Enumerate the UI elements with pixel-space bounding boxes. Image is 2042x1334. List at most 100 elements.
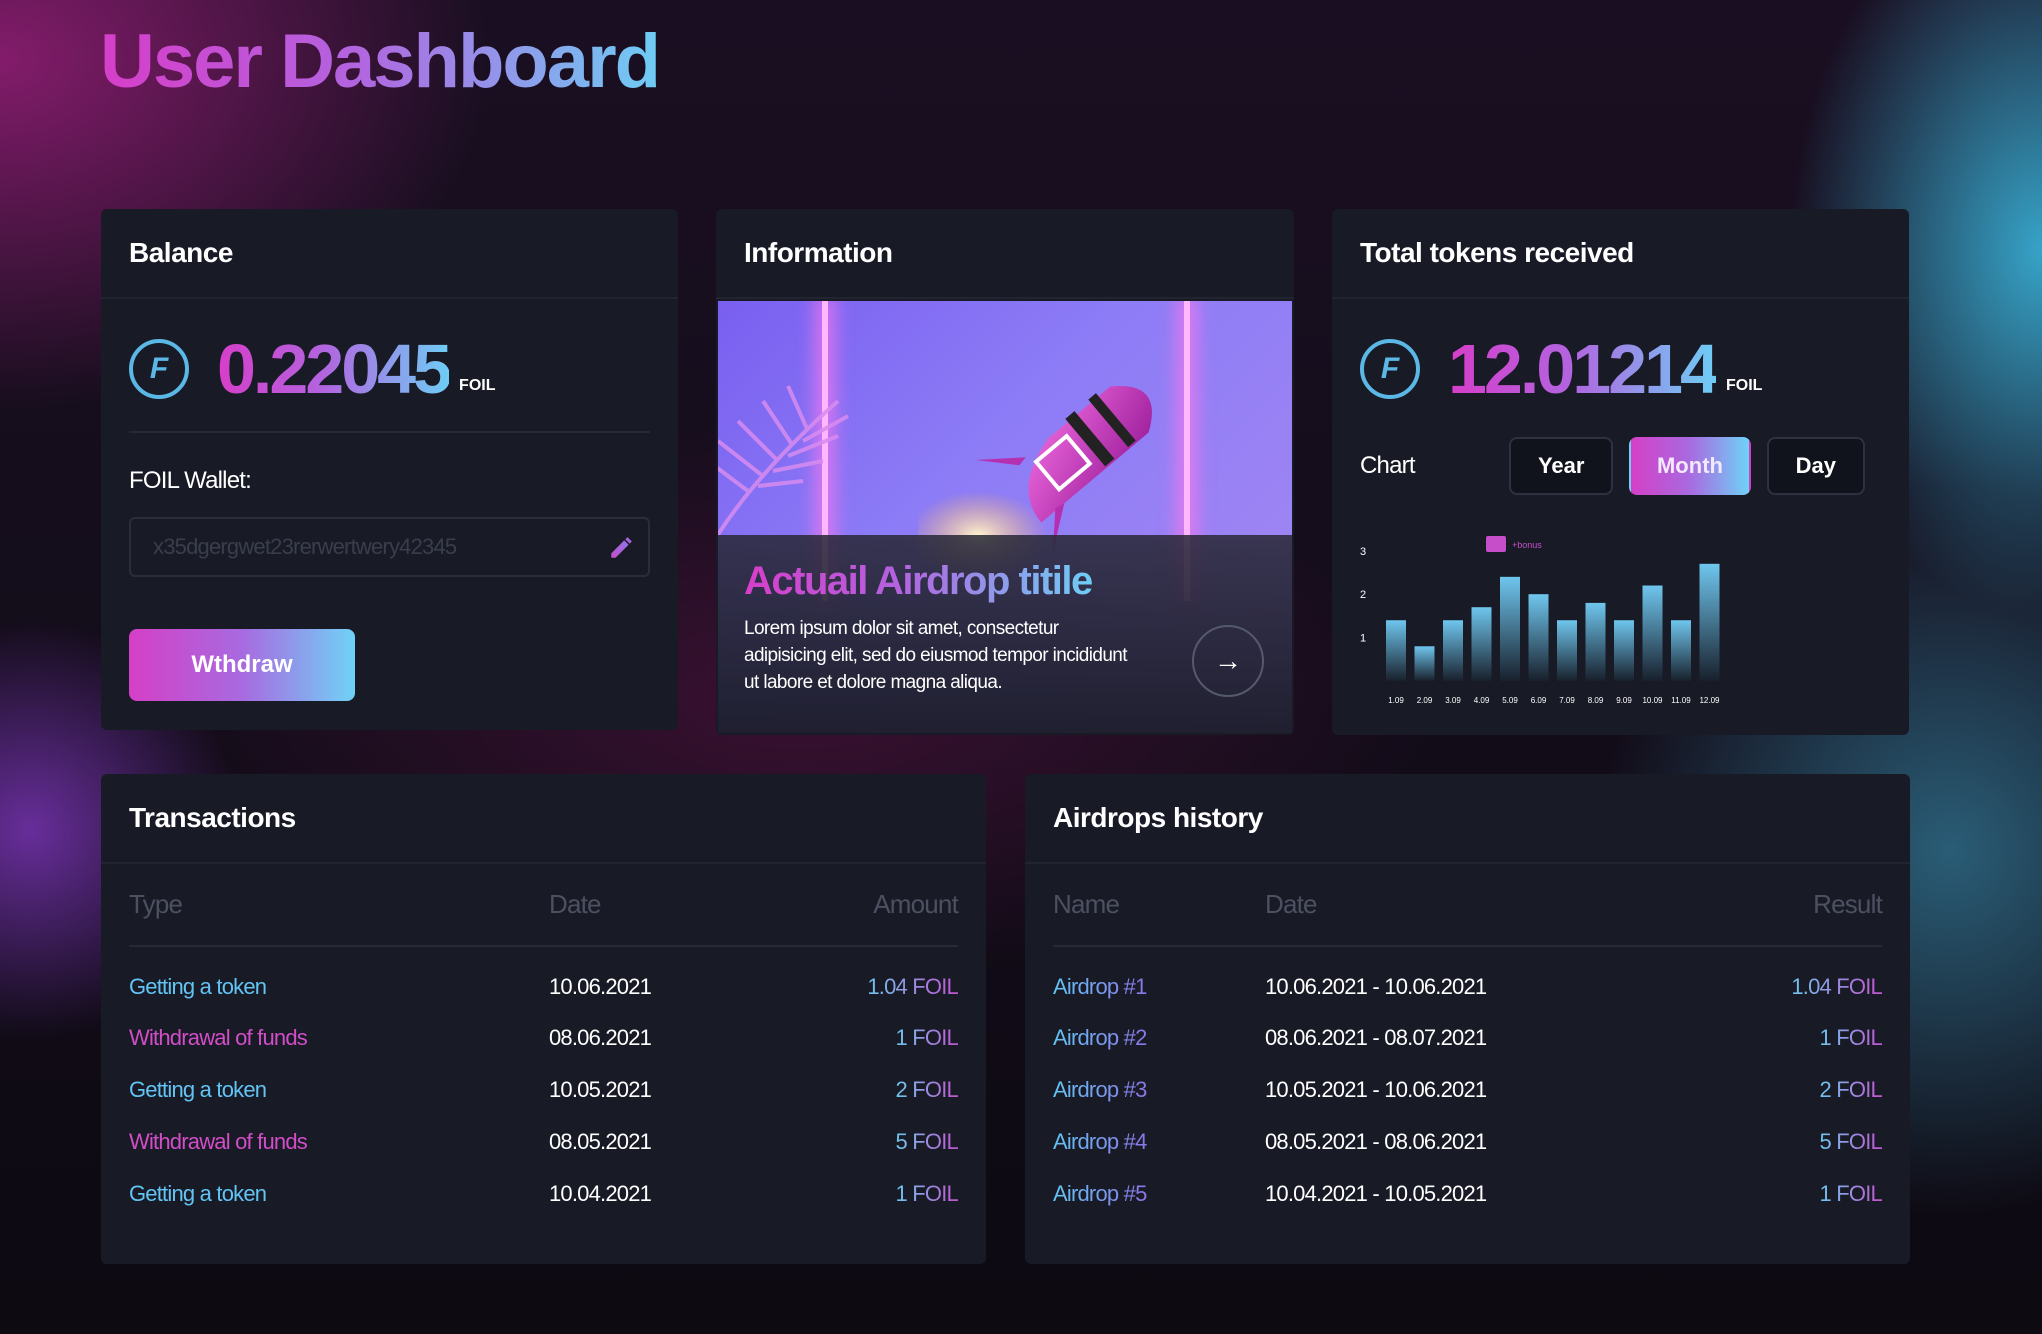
x-tick-label: 2.09	[1417, 696, 1433, 705]
table-row[interactable]: Getting a token 10.05.2021 2 FOIL	[129, 1064, 959, 1116]
period-month-button[interactable]: Month	[1629, 437, 1751, 495]
balance-amount-row: F 0.22045 FOIL	[101, 329, 678, 409]
x-tick-label: 8.09	[1588, 696, 1604, 705]
airdrop-result: 5 FOIL	[1819, 1129, 1883, 1154]
balance-card: Balance F 0.22045 FOIL FOIL Wallet: Wthd…	[101, 209, 678, 730]
arrow-right-icon: →	[1214, 645, 1242, 676]
airdrop-date: 10.05.2021 - 10.06.2021	[1265, 1077, 1487, 1102]
tokens-bar-chart: 1 2 3 1.09 2.09 3.09 4.09 5.09 6.09 7.09 8.09 9.09 1…	[1360, 536, 1720, 705]
column-header-amount: Amount	[789, 864, 959, 947]
column-header-type: Type	[129, 864, 549, 947]
airdrop-name[interactable]: Airdrop #4	[1053, 1129, 1147, 1154]
airdrop-result: 1 FOIL	[1819, 1181, 1883, 1206]
airdrop-date: 10.04.2021 - 10.05.2021	[1265, 1181, 1487, 1206]
transactions-card: Transactions Type Date Amount Getting a …	[101, 774, 986, 1264]
airdrops-card: Airdrops history Name Date Result Airdro…	[1025, 774, 1910, 1264]
wallet-label: FOIL Wallet:	[129, 467, 252, 494]
tx-type: Withdrawal of funds	[129, 1129, 308, 1154]
airdrop-overlay: Actuail Airdrop titile Lorem ipsum dolor…	[718, 535, 1292, 733]
x-tick-label: 1.09	[1388, 696, 1404, 705]
legend-swatch	[1486, 536, 1506, 552]
column-header-name: Name	[1053, 864, 1265, 947]
chart-bar[interactable]	[1443, 620, 1463, 681]
airdrop-title: Actuail Airdrop titile	[744, 559, 1093, 603]
chart-bar[interactable]	[1699, 563, 1720, 681]
x-tick-label: 3.09	[1445, 696, 1461, 705]
balance-unit: FOIL	[459, 377, 496, 394]
table-row[interactable]: Withdrawal of funds 08.06.2021 1 FOIL	[129, 1012, 959, 1064]
chart-bar[interactable]	[1414, 646, 1435, 681]
chart-bar[interactable]	[1585, 602, 1606, 681]
x-tick-label: 10.09	[1642, 696, 1663, 705]
tx-date: 08.06.2021	[549, 1025, 652, 1050]
palm-leaf-image	[718, 385, 849, 539]
tx-type: Withdrawal of funds	[129, 1025, 308, 1050]
x-tick-label: 12.09	[1699, 696, 1720, 705]
chart-bar[interactable]	[1386, 620, 1406, 681]
tokens-card: Total tokens received F 12.01214 FOIL Ch…	[1332, 209, 1909, 735]
airdrops-card-title: Airdrops history	[1025, 774, 1910, 864]
tx-date: 10.05.2021	[549, 1077, 652, 1102]
x-tick-label: 7.09	[1559, 696, 1575, 705]
wallet-field[interactable]	[129, 517, 650, 577]
tokens-amount-row: F 12.01214 FOIL	[1332, 329, 1909, 409]
chart-bar[interactable]	[1528, 594, 1549, 681]
airdrop-name[interactable]: Airdrop #5	[1053, 1181, 1147, 1206]
table-row[interactable]: Withdrawal of funds 08.05.2021 5 FOIL	[129, 1116, 959, 1168]
tx-amount: 1 FOIL	[895, 1181, 959, 1206]
chart-bar[interactable]	[1671, 620, 1691, 681]
airdrop-result: 2 FOIL	[1819, 1077, 1883, 1102]
chart-label: Chart	[1360, 452, 1416, 479]
x-tick-label: 11.09	[1671, 696, 1691, 705]
column-header-date: Date	[549, 864, 789, 947]
airdrop-result: 1.04 FOIL	[1791, 973, 1882, 999]
withdraw-button[interactable]: Wthdraw	[129, 629, 355, 701]
period-day-button[interactable]: Day	[1766, 437, 1865, 495]
airdrop-result: 1 FOIL	[1819, 1025, 1883, 1050]
tx-amount: 5 FOIL	[895, 1129, 959, 1154]
airdrop-name[interactable]: Airdrop #1	[1053, 974, 1147, 999]
tx-date: 10.06.2021	[549, 973, 652, 999]
airdrop-date: 10.06.2021 - 10.06.2021	[1265, 973, 1487, 999]
tx-amount: 1.04 FOIL	[867, 973, 958, 999]
tx-date: 10.04.2021	[549, 1181, 652, 1206]
chart-bar[interactable]	[1614, 620, 1634, 681]
airdrop-name[interactable]: Airdrop #3	[1053, 1077, 1147, 1102]
transactions-table: Type Date Amount Getting a token 10.06.20…	[129, 864, 959, 1220]
wallet-input[interactable]	[153, 534, 573, 560]
table-row[interactable]: Airdrop #5 10.04.2021 - 10.05.2021 1 FOIL	[1053, 1168, 1883, 1220]
column-header-result: Result	[1685, 864, 1883, 947]
arrow-right-button[interactable]: →	[1192, 625, 1264, 697]
airdrop-date: 08.05.2021 - 08.06.2021	[1265, 1129, 1487, 1154]
table-row[interactable]: Airdrop #1 10.06.2021 - 10.06.2021 1.04 FO…	[1053, 946, 1883, 1012]
x-tick-label: 5.09	[1502, 696, 1518, 705]
foil-coin-icon: F	[1360, 339, 1420, 399]
table-row[interactable]: Airdrop #3 10.05.2021 - 10.06.2021 2 FOIL	[1053, 1064, 1883, 1116]
table-row[interactable]: Airdrop #4 08.05.2021 - 08.06.2021 5 FOIL	[1053, 1116, 1883, 1168]
chart-bar[interactable]	[1642, 585, 1663, 681]
airdrop-name[interactable]: Airdrop #2	[1053, 1025, 1147, 1050]
balance-card-title: Balance	[101, 209, 678, 299]
chart-bar[interactable]	[1557, 620, 1577, 681]
tx-type: Getting a token	[129, 1181, 267, 1206]
period-year-button[interactable]: Year	[1509, 437, 1614, 495]
tx-amount: 2 FOIL	[895, 1077, 959, 1102]
foil-coin-icon: F	[129, 339, 189, 399]
airdrop-banner[interactable]: Actuail Airdrop titile Lorem ipsum dolor…	[718, 301, 1292, 733]
airdrop-date: 08.06.2021 - 08.07.2021	[1265, 1025, 1487, 1050]
table-row[interactable]: Getting a token 10.04.2021 1 FOIL	[129, 1168, 959, 1220]
table-row[interactable]: Airdrop #2 08.06.2021 - 08.07.2021 1 FOIL	[1053, 1012, 1883, 1064]
airdrops-table: Name Date Result Airdrop #1 10.06.2021 - …	[1053, 864, 1883, 1220]
chart-bar[interactable]	[1471, 607, 1492, 681]
pencil-edit-icon[interactable]	[608, 535, 634, 561]
chart-bar[interactable]	[1500, 576, 1520, 681]
tx-amount: 1 FOIL	[895, 1025, 959, 1050]
chart-controls: Chart Year Month Day	[1332, 437, 1909, 495]
transactions-card-title: Transactions	[101, 774, 986, 864]
y-tick-label: 1	[1360, 633, 1366, 645]
tx-type: Getting a token	[129, 1077, 267, 1102]
table-row[interactable]: Getting a token 10.06.2021 1.04 FOIL	[129, 946, 959, 1012]
tokens-unit: FOIL	[1725, 377, 1763, 394]
tx-type: Getting a token	[129, 973, 267, 999]
tx-date: 08.05.2021	[549, 1129, 652, 1154]
